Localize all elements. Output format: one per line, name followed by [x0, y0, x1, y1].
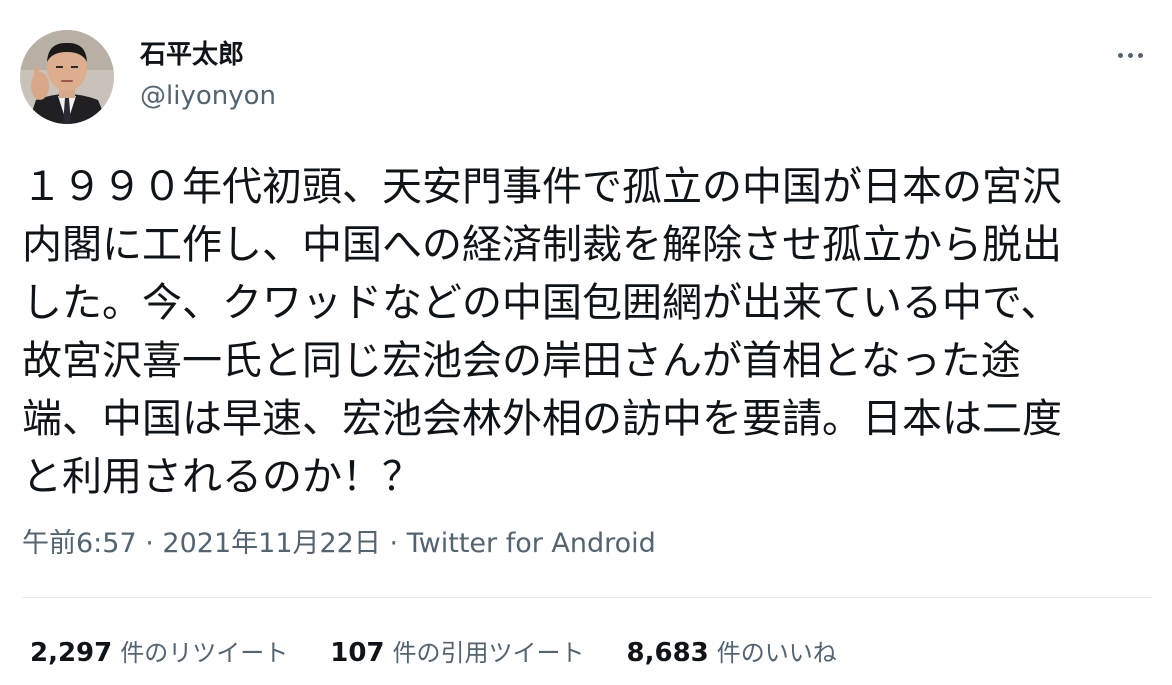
- meta-separator: ·: [145, 528, 154, 559]
- tweet-text-line: １９９０年代初頭、天安門事件で孤立の中国が日本の宮沢: [22, 164, 1062, 210]
- retweets-label: 件のリツイート: [120, 639, 289, 667]
- retweets-count: 2,297: [30, 638, 113, 668]
- author-display-name[interactable]: 石平太郎: [140, 38, 244, 72]
- tweet-text-line: と利用されるのか！？: [22, 454, 422, 500]
- tweet-text-line: 端、中国は早速、宏池会林外相の訪中を要請。日本は二度: [22, 396, 1062, 442]
- tweet-time[interactable]: 午前6:57: [22, 528, 137, 559]
- more-horizontal-icon-dot: [1137, 52, 1143, 58]
- likes-label: 件のいいね: [716, 639, 837, 667]
- tweet-text-line: した。今、クワッドなどの中国包囲網が出来ている中で、: [22, 280, 1061, 326]
- author-handle[interactable]: @liyonyon: [140, 79, 276, 113]
- tweet-text-line: 故宮沢喜一氏と同じ宏池会の岸田さんが首相となった途: [22, 338, 1021, 384]
- divider: [22, 597, 1152, 598]
- retweets-stat[interactable]: 2,297 件のリツイート: [30, 633, 288, 668]
- more-horizontal-icon: [1117, 52, 1123, 58]
- tweet-card: 石平太郎 @liyonyon １９９０年代初頭、天安門事件で孤立の中国が日本の宮…: [0, 0, 1172, 685]
- tweet-metadata: 午前6:57 · 2021年11月22日 · Twitter for Andro…: [22, 527, 656, 561]
- tweet-text-line: 内閣に工作し、中国への経済制裁を解除させ孤立から脱出: [22, 222, 1062, 268]
- likes-stat[interactable]: 8,683 件のいいね: [627, 633, 837, 668]
- tweet-date[interactable]: 2021年11月22日: [162, 528, 380, 559]
- meta-separator: ·: [389, 528, 399, 559]
- tweet-stats: 2,297 件のリツイート 107 件の引用ツイート 8,683 件のいいね: [30, 633, 879, 669]
- quote-tweets-count: 107: [330, 638, 385, 668]
- likes-count: 8,683: [626, 638, 709, 668]
- quote-tweets-label: 件の引用ツイート: [392, 639, 585, 667]
- quote-tweets-stat[interactable]: 107 件の引用ツイート: [330, 633, 584, 668]
- tweet-text: １９９０年代初頭、天安門事件で孤立の中国が日本の宮沢 内閣に工作し、中国への経済…: [22, 158, 1152, 506]
- avatar-image: [20, 30, 114, 124]
- more-horizontal-icon-dot: [1127, 52, 1133, 58]
- tweet-source-link[interactable]: Twitter for Android: [407, 528, 656, 559]
- more-options-button[interactable]: [1110, 40, 1150, 70]
- avatar[interactable]: [20, 30, 114, 124]
